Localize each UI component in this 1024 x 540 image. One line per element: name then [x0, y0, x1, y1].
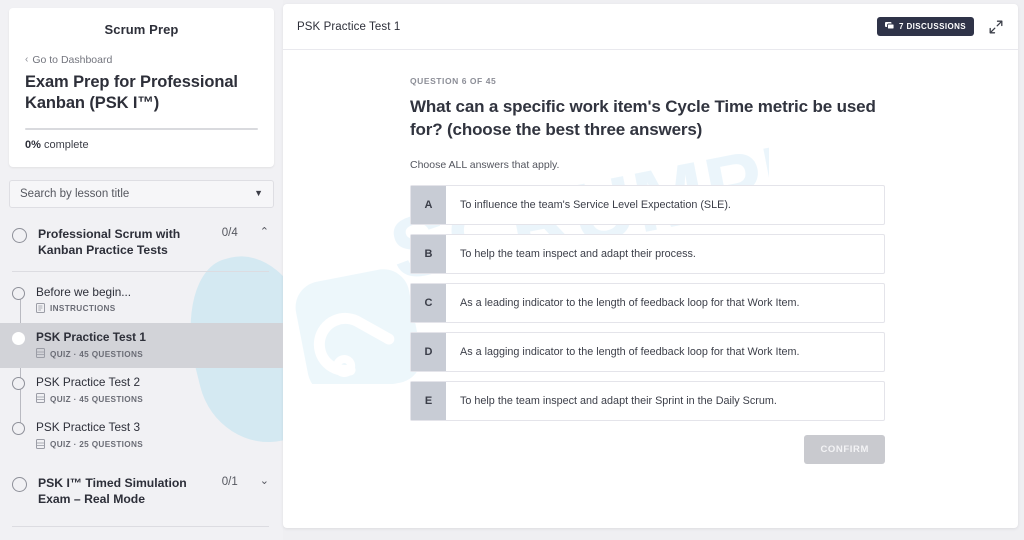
lesson-title: PSK Practice Test 3 [36, 420, 141, 435]
progress-suffix: complete [40, 138, 89, 151]
quiz-icon [36, 438, 45, 451]
lesson-status-circle-icon [12, 422, 25, 436]
answer-option-c[interactable]: C As a leading indicator to the length o… [410, 283, 885, 324]
page-title: PSK Practice Test 1 [297, 20, 401, 33]
lesson-status-circle-icon [12, 377, 25, 391]
expand-icon[interactable] [988, 19, 1004, 35]
discussions-label: 7 DISCUSSIONS [899, 22, 966, 31]
document-icon [36, 302, 45, 315]
question-text: What can a specific work item's Cycle Ti… [410, 97, 876, 139]
comments-icon [885, 21, 895, 32]
quiz-actions: CONFIRM [410, 435, 885, 465]
answer-letter: A [411, 186, 446, 225]
lesson-meta-label: QUIZ · 45 QUESTIONS [50, 394, 144, 404]
sidebar: Scrum Prep ‹ Go to Dashboard Exam Prep f… [0, 0, 283, 540]
answer-option-e[interactable]: E To help the team inspect and adapt the… [410, 381, 885, 422]
course-progress-bar [25, 127, 258, 130]
lesson-status-circle-icon [12, 286, 25, 300]
confirm-button[interactable]: CONFIRM [804, 435, 885, 465]
sidebar-section-practice-tests[interactable]: Professional Scrum with Kanban Practice … [0, 218, 283, 267]
question-hint: Choose ALL answers that apply. [410, 159, 560, 172]
section-title: PSK I™ Timed Simulation Exam – Real Mode [38, 475, 187, 507]
answer-letter: C [411, 284, 446, 323]
question-counter: QUESTION 6 OF 45 [410, 76, 497, 86]
lesson-meta: QUIZ · 25 QUESTIONS [36, 438, 269, 451]
sidebar-item-psk-practice-test-1[interactable]: PSK Practice Test 1 QUIZ · 45 QUESTIONS [0, 322, 283, 369]
quiz-panel: PSK Practice Test 1 7 DISCUSSIONS QUESTI… [283, 4, 1018, 528]
header-actions: 7 DISCUSSIONS [877, 17, 1004, 36]
go-to-dashboard-link[interactable]: ‹ Go to Dashboard [25, 54, 258, 66]
lesson-title: Before we begin... [36, 284, 132, 299]
chevron-down-icon[interactable]: ⌄ [260, 475, 269, 487]
lesson-meta: QUIZ · 45 QUESTIONS [36, 393, 269, 405]
search-container: ▼ [9, 179, 274, 208]
progress-label: 0% complete [25, 139, 258, 151]
quiz-content: QUESTION 6 OF 45 What can a specific wor… [283, 50, 1018, 465]
discussions-button[interactable]: 7 DISCUSSIONS [877, 17, 974, 36]
section-status-circle-icon [12, 476, 27, 492]
lesson-meta-label: QUIZ · 45 QUESTIONS [50, 349, 144, 359]
answer-option-a[interactable]: A To influence the team's Service Level … [410, 185, 885, 226]
chevron-down-icon[interactable]: ▼ [254, 189, 263, 198]
answer-option-b[interactable]: B To help the team inspect and adapt the… [410, 234, 885, 275]
answer-text: To help the team inspect and adapt their… [460, 247, 696, 260]
section-title: Professional Scrum with Kanban Practice … [38, 226, 181, 258]
answer-text: As a leading indicator to the length of … [460, 296, 800, 309]
lesson-title: PSK Practice Test 2 [36, 375, 141, 390]
lesson-title: PSK Practice Test 1 [36, 329, 146, 344]
answer-options-list: A To influence the team's Service Level … [410, 185, 885, 422]
answer-text: As a lagging indicator to the length of … [460, 345, 800, 358]
sidebar-item-psk-practice-test-2[interactable]: PSK Practice Test 2 QUIZ · 45 QUESTIONS [0, 368, 283, 413]
course-card: Scrum Prep ‹ Go to Dashboard Exam Prep f… [9, 8, 274, 167]
panel-header: PSK Practice Test 1 7 DISCUSSIONS [283, 4, 1018, 50]
go-to-dashboard-label: Go to Dashboard [32, 54, 113, 66]
course-title: Exam Prep for Professional Kanban (PSK I… [25, 73, 238, 112]
answer-letter: D [411, 333, 446, 372]
lesson-meta-label: INSTRUCTIONS [50, 304, 116, 314]
app-root: Scrum Prep ‹ Go to Dashboard Exam Prep f… [0, 0, 1024, 540]
chevron-left-icon: ‹ [25, 54, 29, 65]
search-box[interactable]: ▼ [9, 179, 274, 208]
progress-percent: 0% [25, 138, 41, 151]
lesson-meta: QUIZ · 45 QUESTIONS [36, 348, 269, 360]
brand-title: Scrum Prep [104, 22, 179, 37]
section-count: 0/4 [221, 226, 238, 239]
main-content: PSK Practice Test 1 7 DISCUSSIONS QUESTI… [283, 0, 1024, 540]
chevron-up-icon[interactable]: ⌃ [260, 226, 269, 238]
section-divider [12, 525, 269, 527]
answer-option-d[interactable]: D As a lagging indicator to the length o… [410, 332, 885, 373]
sidebar-section-timed-simulation-exam[interactable]: PSK I™ Timed Simulation Exam – Real Mode… [0, 459, 283, 516]
lesson-navigation: Professional Scrum with Kanban Practice … [0, 218, 283, 527]
answer-text: To help the team inspect and adapt their… [460, 394, 777, 407]
lesson-meta: INSTRUCTIONS [36, 302, 269, 315]
quiz-icon [36, 348, 45, 360]
sidebar-item-before-we-begin[interactable]: Before we begin... INSTRUCTIONS [0, 278, 283, 323]
lesson-status-circle-icon [12, 331, 25, 345]
answer-text: To influence the team's Service Level Ex… [460, 198, 731, 211]
search-input[interactable] [20, 187, 249, 200]
lesson-meta-label: QUIZ · 25 QUESTIONS [50, 440, 144, 450]
lesson-list: Before we begin... INSTRUCTIONS PSK Prac… [0, 272, 283, 459]
sidebar-item-psk-practice-test-3[interactable]: PSK Practice Test 3 QUIZ · 25 QUESTIONS [0, 413, 283, 458]
quiz-icon [36, 393, 45, 405]
section-count: 0/1 [221, 475, 238, 488]
section-status-circle-icon [12, 227, 27, 243]
answer-letter: E [411, 382, 446, 421]
answer-letter: B [411, 235, 446, 274]
